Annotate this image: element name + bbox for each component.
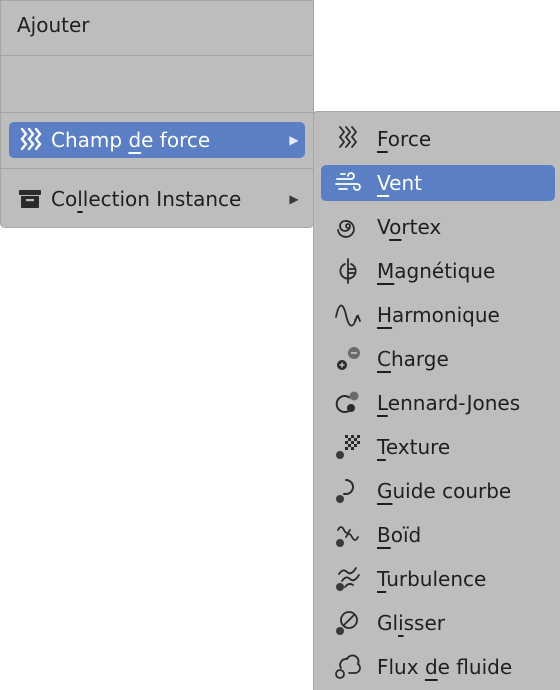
submenu-item-label: Vortex	[377, 215, 442, 239]
menu-item-collection-instance[interactable]: Collection Instance ▶	[9, 181, 305, 217]
submenu-item-curve-guide[interactable]: Guide courbe	[321, 473, 555, 509]
submenu-item-force[interactable]: Force	[321, 121, 555, 157]
harmonic-icon	[327, 297, 369, 333]
force-icon	[327, 121, 369, 157]
submenu-arrow-icon: ▶	[289, 192, 299, 206]
submenu-arrow-icon: ▶	[289, 133, 299, 147]
submenu-item-label: Vent	[377, 171, 422, 195]
submenu-item-drag[interactable]: Glisser	[321, 605, 555, 641]
curve-guide-icon	[327, 473, 369, 509]
menu-item-label: Champ de force	[51, 128, 211, 152]
submenu-item-texture[interactable]: Texture	[321, 429, 555, 465]
submenu-item-label: Flux de fluide	[377, 655, 513, 679]
submenu-item-harmonic[interactable]: Harmonique	[321, 297, 555, 333]
menu-item-force-field[interactable]: Champ de force ▶	[9, 122, 305, 158]
submenu-item-label: Lennard-Jones	[377, 391, 521, 415]
add-menu: Ajouter Champ de force ▶ Collection Inst…	[0, 0, 314, 228]
menu-separator	[1, 112, 313, 113]
submenu-item-label: Magnétique	[377, 259, 496, 283]
menu-separator	[1, 55, 313, 56]
submenu-item-fluid-flow[interactable]: Flux de fluide	[321, 649, 555, 685]
vortex-icon	[327, 209, 369, 245]
submenu-item-label: Glisser	[377, 611, 445, 635]
submenu-item-lennard-jones[interactable]: Lennard-Jones	[321, 385, 555, 421]
menu-title: Ajouter	[17, 13, 90, 37]
force-field-submenu: Force Vent Vortex Magnétique Harmonique	[313, 111, 560, 690]
submenu-item-turbulence[interactable]: Turbulence	[321, 561, 555, 597]
submenu-item-label: Charge	[377, 347, 449, 371]
force-field-icon	[9, 122, 51, 158]
texture-icon	[327, 429, 369, 465]
submenu-item-label: Texture	[377, 435, 451, 459]
submenu-item-label: Turbulence	[377, 567, 487, 591]
menu-item-label: Collection Instance	[51, 187, 242, 211]
magnetic-icon	[327, 253, 369, 289]
submenu-item-boid[interactable]: Boïd	[321, 517, 555, 553]
menu-separator	[1, 168, 313, 169]
wind-icon	[327, 165, 369, 201]
submenu-item-charge[interactable]: Charge	[321, 341, 555, 377]
submenu-item-wind[interactable]: Vent	[321, 165, 555, 201]
charge-icon	[327, 341, 369, 377]
drag-icon	[327, 605, 369, 641]
submenu-item-magnetic[interactable]: Magnétique	[321, 253, 555, 289]
submenu-item-vortex[interactable]: Vortex	[321, 209, 555, 245]
submenu-item-label: Force	[377, 127, 432, 151]
submenu-item-label: Boïd	[377, 523, 422, 547]
submenu-item-label: Harmonique	[377, 303, 500, 327]
turbulence-icon	[327, 561, 369, 597]
fluid-flow-icon	[327, 649, 369, 685]
lennard-jones-icon	[327, 385, 369, 421]
boid-icon	[327, 517, 369, 553]
collection-icon	[9, 181, 51, 217]
submenu-item-label: Guide courbe	[377, 479, 512, 503]
